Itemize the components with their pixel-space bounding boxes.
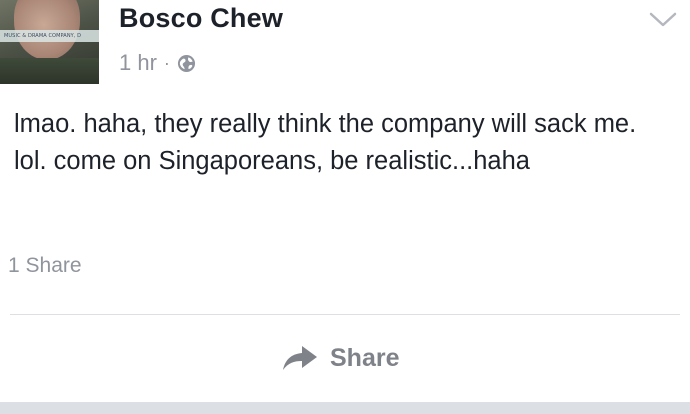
divider [10,314,680,315]
share-button[interactable]: Share [282,338,399,378]
globe-icon[interactable] [177,54,196,73]
share-arrow-icon [283,346,317,370]
share-count[interactable]: 1 Share [8,254,82,278]
avatar[interactable]: MUSIC & DRAMA COMPANY, D [0,0,99,84]
post-timestamp[interactable]: 1 hr [119,50,157,76]
post-text: lmao. haha, they really think the compan… [14,110,637,175]
share-button-label: Share [330,343,400,372]
post-card: MUSIC & DRAMA COMPANY, D Bosco Chew 1 hr… [0,0,690,414]
avatar-caption: MUSIC & DRAMA COMPANY, D [0,30,99,42]
author-name[interactable]: Bosco Chew [119,3,283,34]
bottom-bar [0,402,690,414]
post-meta: 1 hr · [119,49,196,77]
chevron-down-icon[interactable] [646,8,680,30]
meta-separator: · [163,52,170,73]
avatar-shoulder [0,58,99,84]
